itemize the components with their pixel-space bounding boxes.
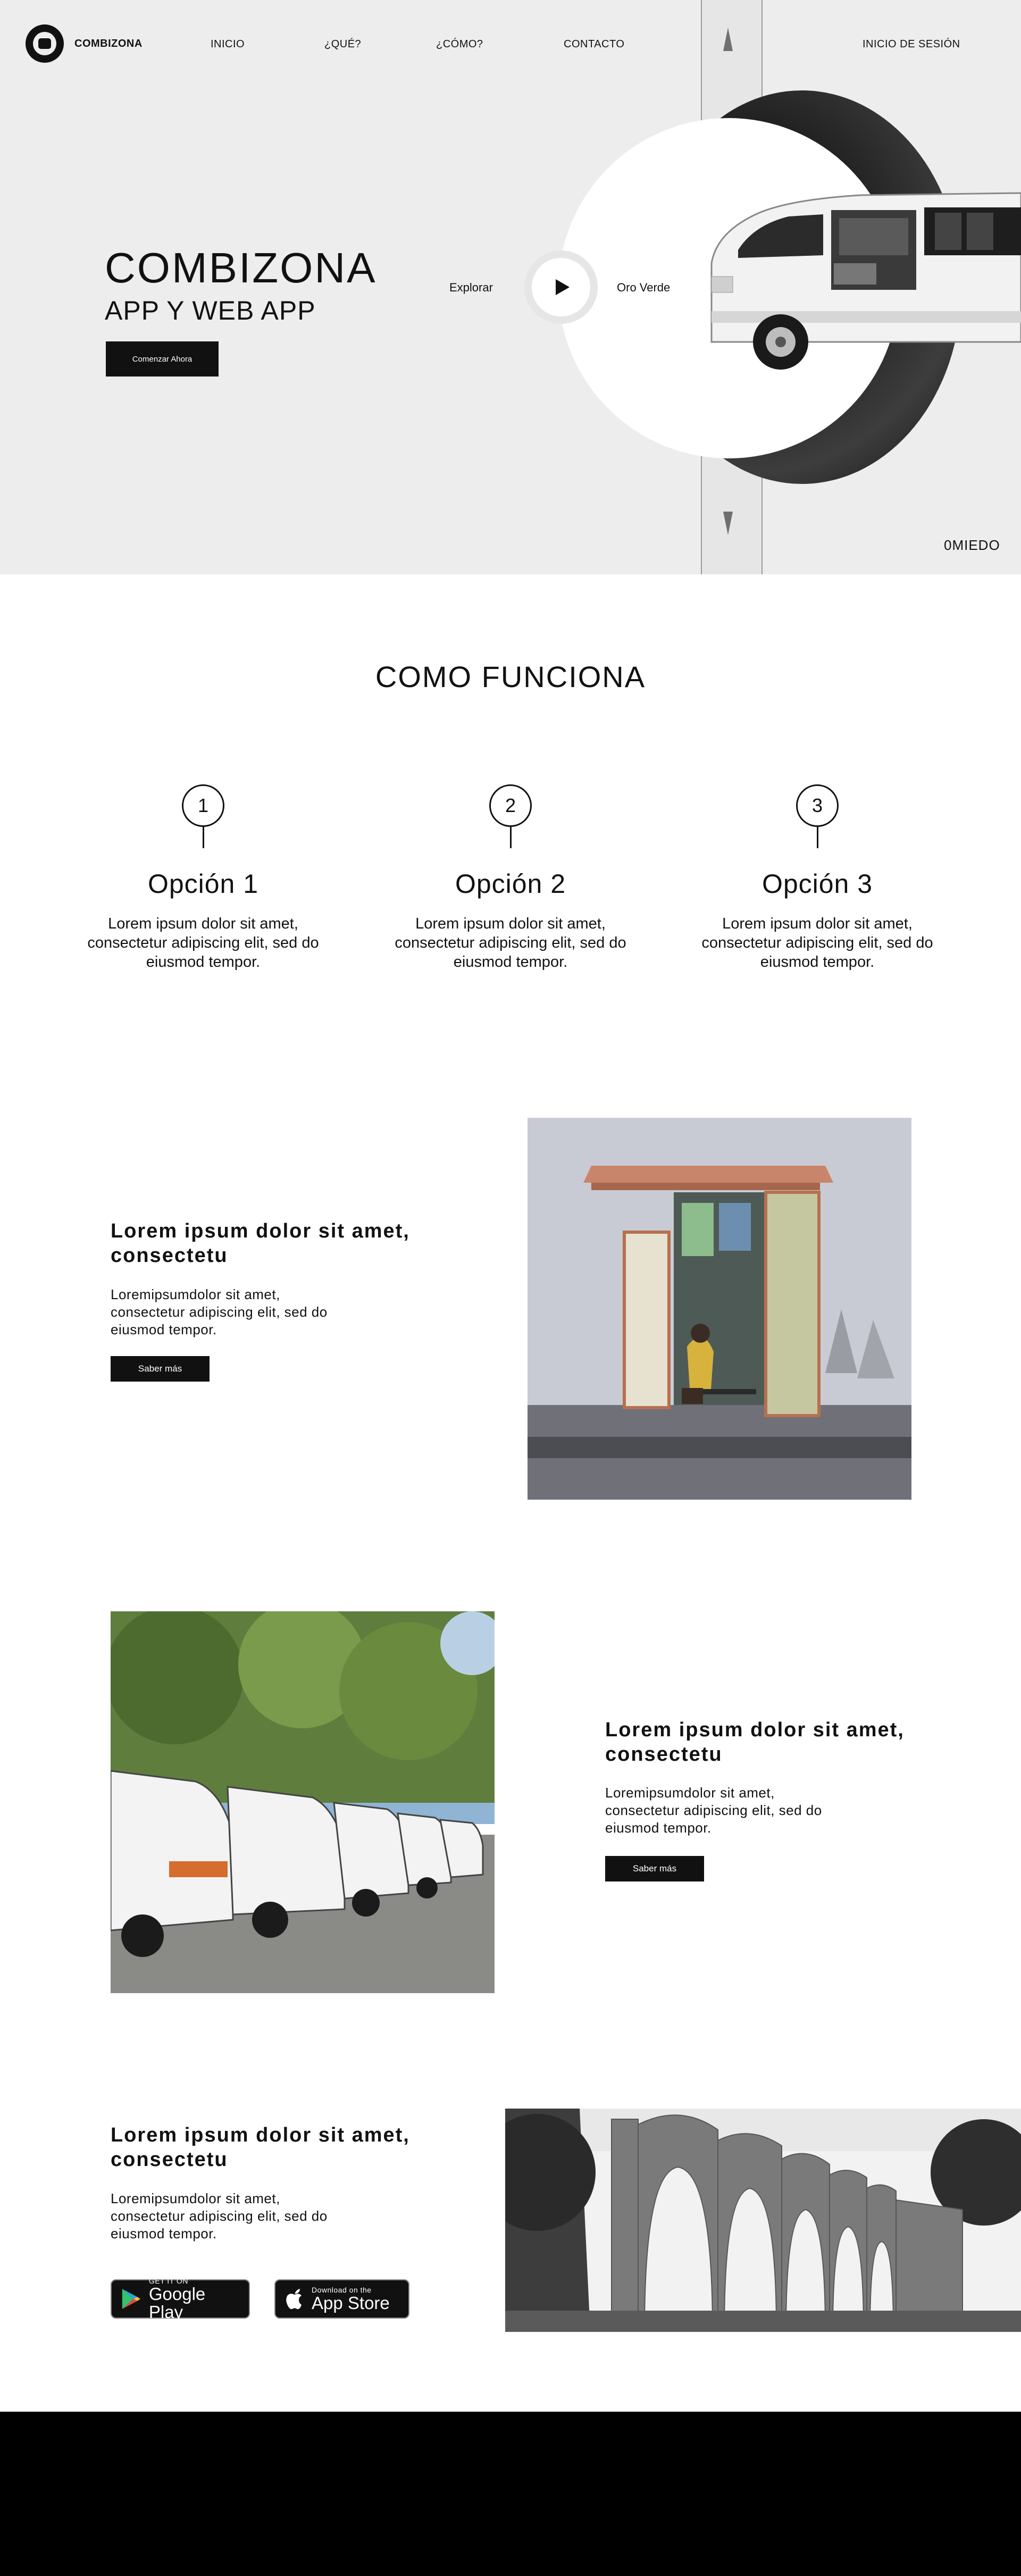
bus-stop-image bbox=[528, 1118, 911, 1500]
step-connector bbox=[509, 827, 512, 848]
step-number: 1 bbox=[182, 784, 224, 827]
app-store-label: App Store bbox=[312, 2293, 390, 2313]
start-now-button[interactable]: Comenzar Ahora bbox=[106, 341, 219, 377]
explore-label[interactable]: Explorar bbox=[449, 281, 493, 295]
step-connector bbox=[202, 827, 204, 848]
feature-text: Loremipsumdolor sit amet, consectetur ad… bbox=[111, 2190, 328, 2242]
location-label: Oro Verde bbox=[617, 281, 671, 294]
step-text: Lorem ipsum dolor sit amet, consectetur … bbox=[395, 915, 626, 971]
play-button[interactable] bbox=[532, 258, 590, 316]
footer bbox=[0, 2412, 1021, 2576]
hero-subtitle: APP Y WEB APP bbox=[105, 296, 316, 325]
logo-icon bbox=[26, 24, 64, 63]
slide-counter: 0MIEDO bbox=[944, 537, 1000, 553]
google-play-label: Google Play bbox=[148, 2284, 206, 2322]
google-play-button[interactable]: GET IT ON Google Play bbox=[111, 2277, 250, 2322]
feature-text: Loremipsumdolor sit amet, consectetur ad… bbox=[111, 1286, 328, 1337]
feature-title: Lorem ipsum dolor sit amet, consectetu bbox=[111, 2124, 410, 2171]
logo-text: COMBIZONA bbox=[74, 37, 143, 49]
step-connector bbox=[816, 827, 818, 848]
hero-section: COMBIZONA INICIO ¿QUÉ? ¿CÓMO? CONTACTO I… bbox=[0, 0, 1021, 574]
step-title: Opción 2 bbox=[455, 869, 566, 899]
hero-title: COMBIZONA bbox=[105, 244, 377, 291]
nav-inicio[interactable]: INICIO bbox=[211, 38, 245, 51]
step-item: 2 Opción 2 Lorem ipsum dolor sit amet, c… bbox=[378, 784, 643, 972]
apple-icon bbox=[286, 2289, 302, 2310]
play-icon bbox=[556, 279, 570, 295]
van-image bbox=[710, 192, 1021, 370]
vans-parking-image bbox=[111, 1611, 495, 1993]
step-title: Opción 3 bbox=[761, 869, 873, 899]
step-title: Opción 1 bbox=[147, 869, 259, 899]
aqueduct-image bbox=[505, 2109, 1021, 2332]
slide-up-arrow-icon[interactable] bbox=[723, 28, 733, 51]
feature-title: Lorem ipsum dolor sit amet, consectetu bbox=[111, 1220, 410, 1267]
nav-que[interactable]: ¿QUÉ? bbox=[324, 38, 361, 51]
feature-title: Lorem ipsum dolor sit amet, consectetu bbox=[605, 1719, 905, 1766]
step-item: 3 Opción 3 Lorem ipsum dolor sit amet, c… bbox=[684, 784, 950, 972]
step-text: Lorem ipsum dolor sit amet, consectetur … bbox=[87, 915, 319, 971]
nav-como[interactable]: ¿CÓMO? bbox=[436, 38, 483, 51]
slide-down-arrow-icon[interactable] bbox=[723, 512, 733, 535]
nav-login[interactable]: INICIO DE SESIÓN bbox=[863, 38, 960, 51]
step-text: Lorem ipsum dolor sit amet, consectetur … bbox=[701, 915, 933, 971]
step-number: 3 bbox=[796, 784, 839, 827]
logo[interactable]: COMBIZONA bbox=[26, 24, 143, 63]
learn-more-button[interactable]: Saber más bbox=[111, 1356, 210, 1382]
feature-text: Loremipsumdolor sit amet, consectetur ad… bbox=[605, 1785, 822, 1836]
step-item: 1 Opción 1 Lorem ipsum dolor sit amet, c… bbox=[70, 784, 336, 972]
how-it-works-title: COMO FUNCIONA bbox=[375, 660, 646, 693]
nav-contacto[interactable]: CONTACTO bbox=[564, 38, 624, 51]
app-store-button[interactable]: Download on the App Store bbox=[274, 2279, 409, 2319]
google-play-icon bbox=[122, 2289, 140, 2309]
learn-more-button[interactable]: Saber más bbox=[605, 1856, 704, 1881]
step-number: 2 bbox=[489, 784, 532, 827]
